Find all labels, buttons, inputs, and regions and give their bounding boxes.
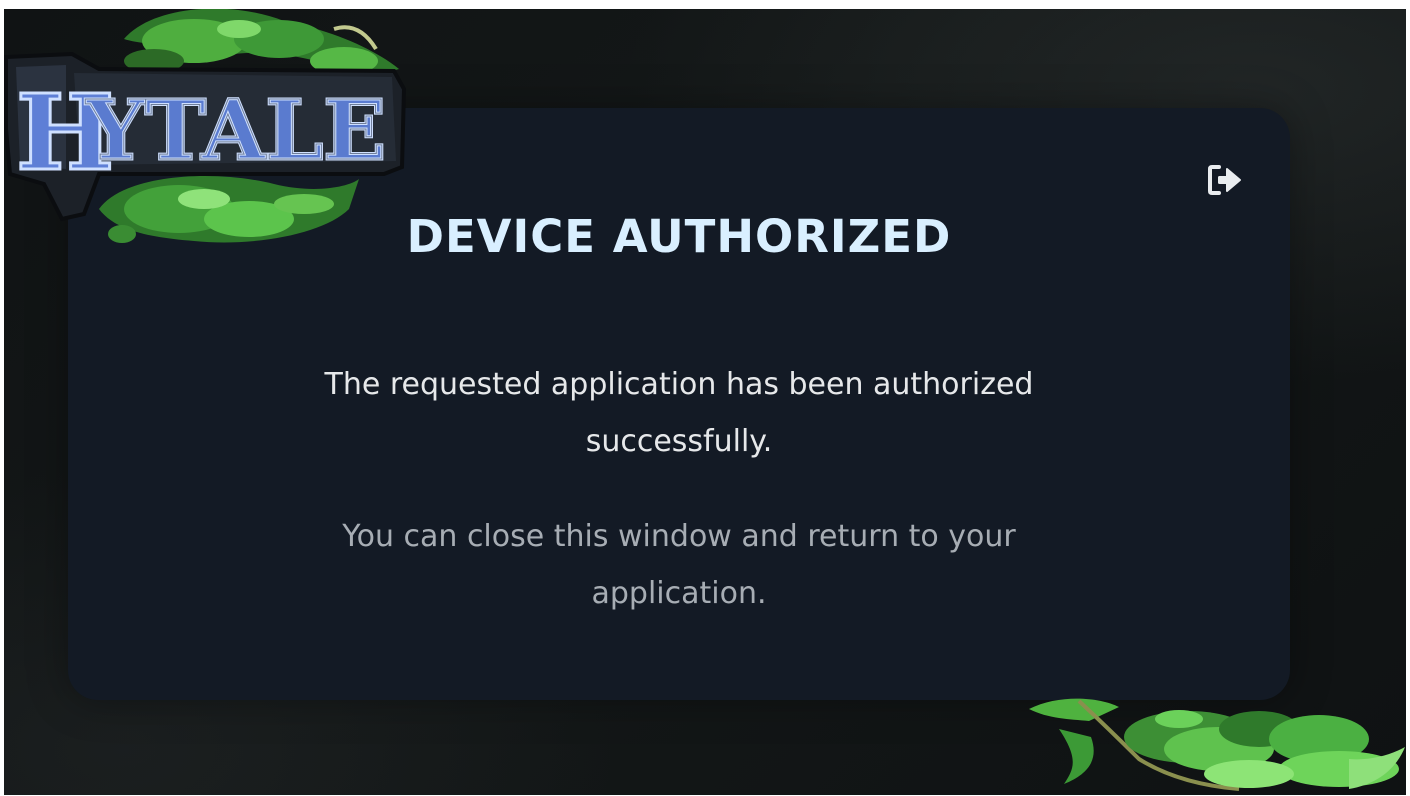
hytale-logo: H YTALE YTALE (4, 9, 407, 243)
logout-icon (1208, 165, 1241, 195)
page-background: DEVICE AUTHORIZED The requested applicat… (4, 9, 1406, 795)
logout-button[interactable] (1208, 164, 1242, 196)
svg-text:YTALE: YTALE (85, 83, 386, 179)
success-message: The requested application has been autho… (324, 367, 1034, 459)
leaves-decoration (1029, 698, 1405, 791)
instruction-message: You can close this window and return to … (342, 519, 1016, 611)
